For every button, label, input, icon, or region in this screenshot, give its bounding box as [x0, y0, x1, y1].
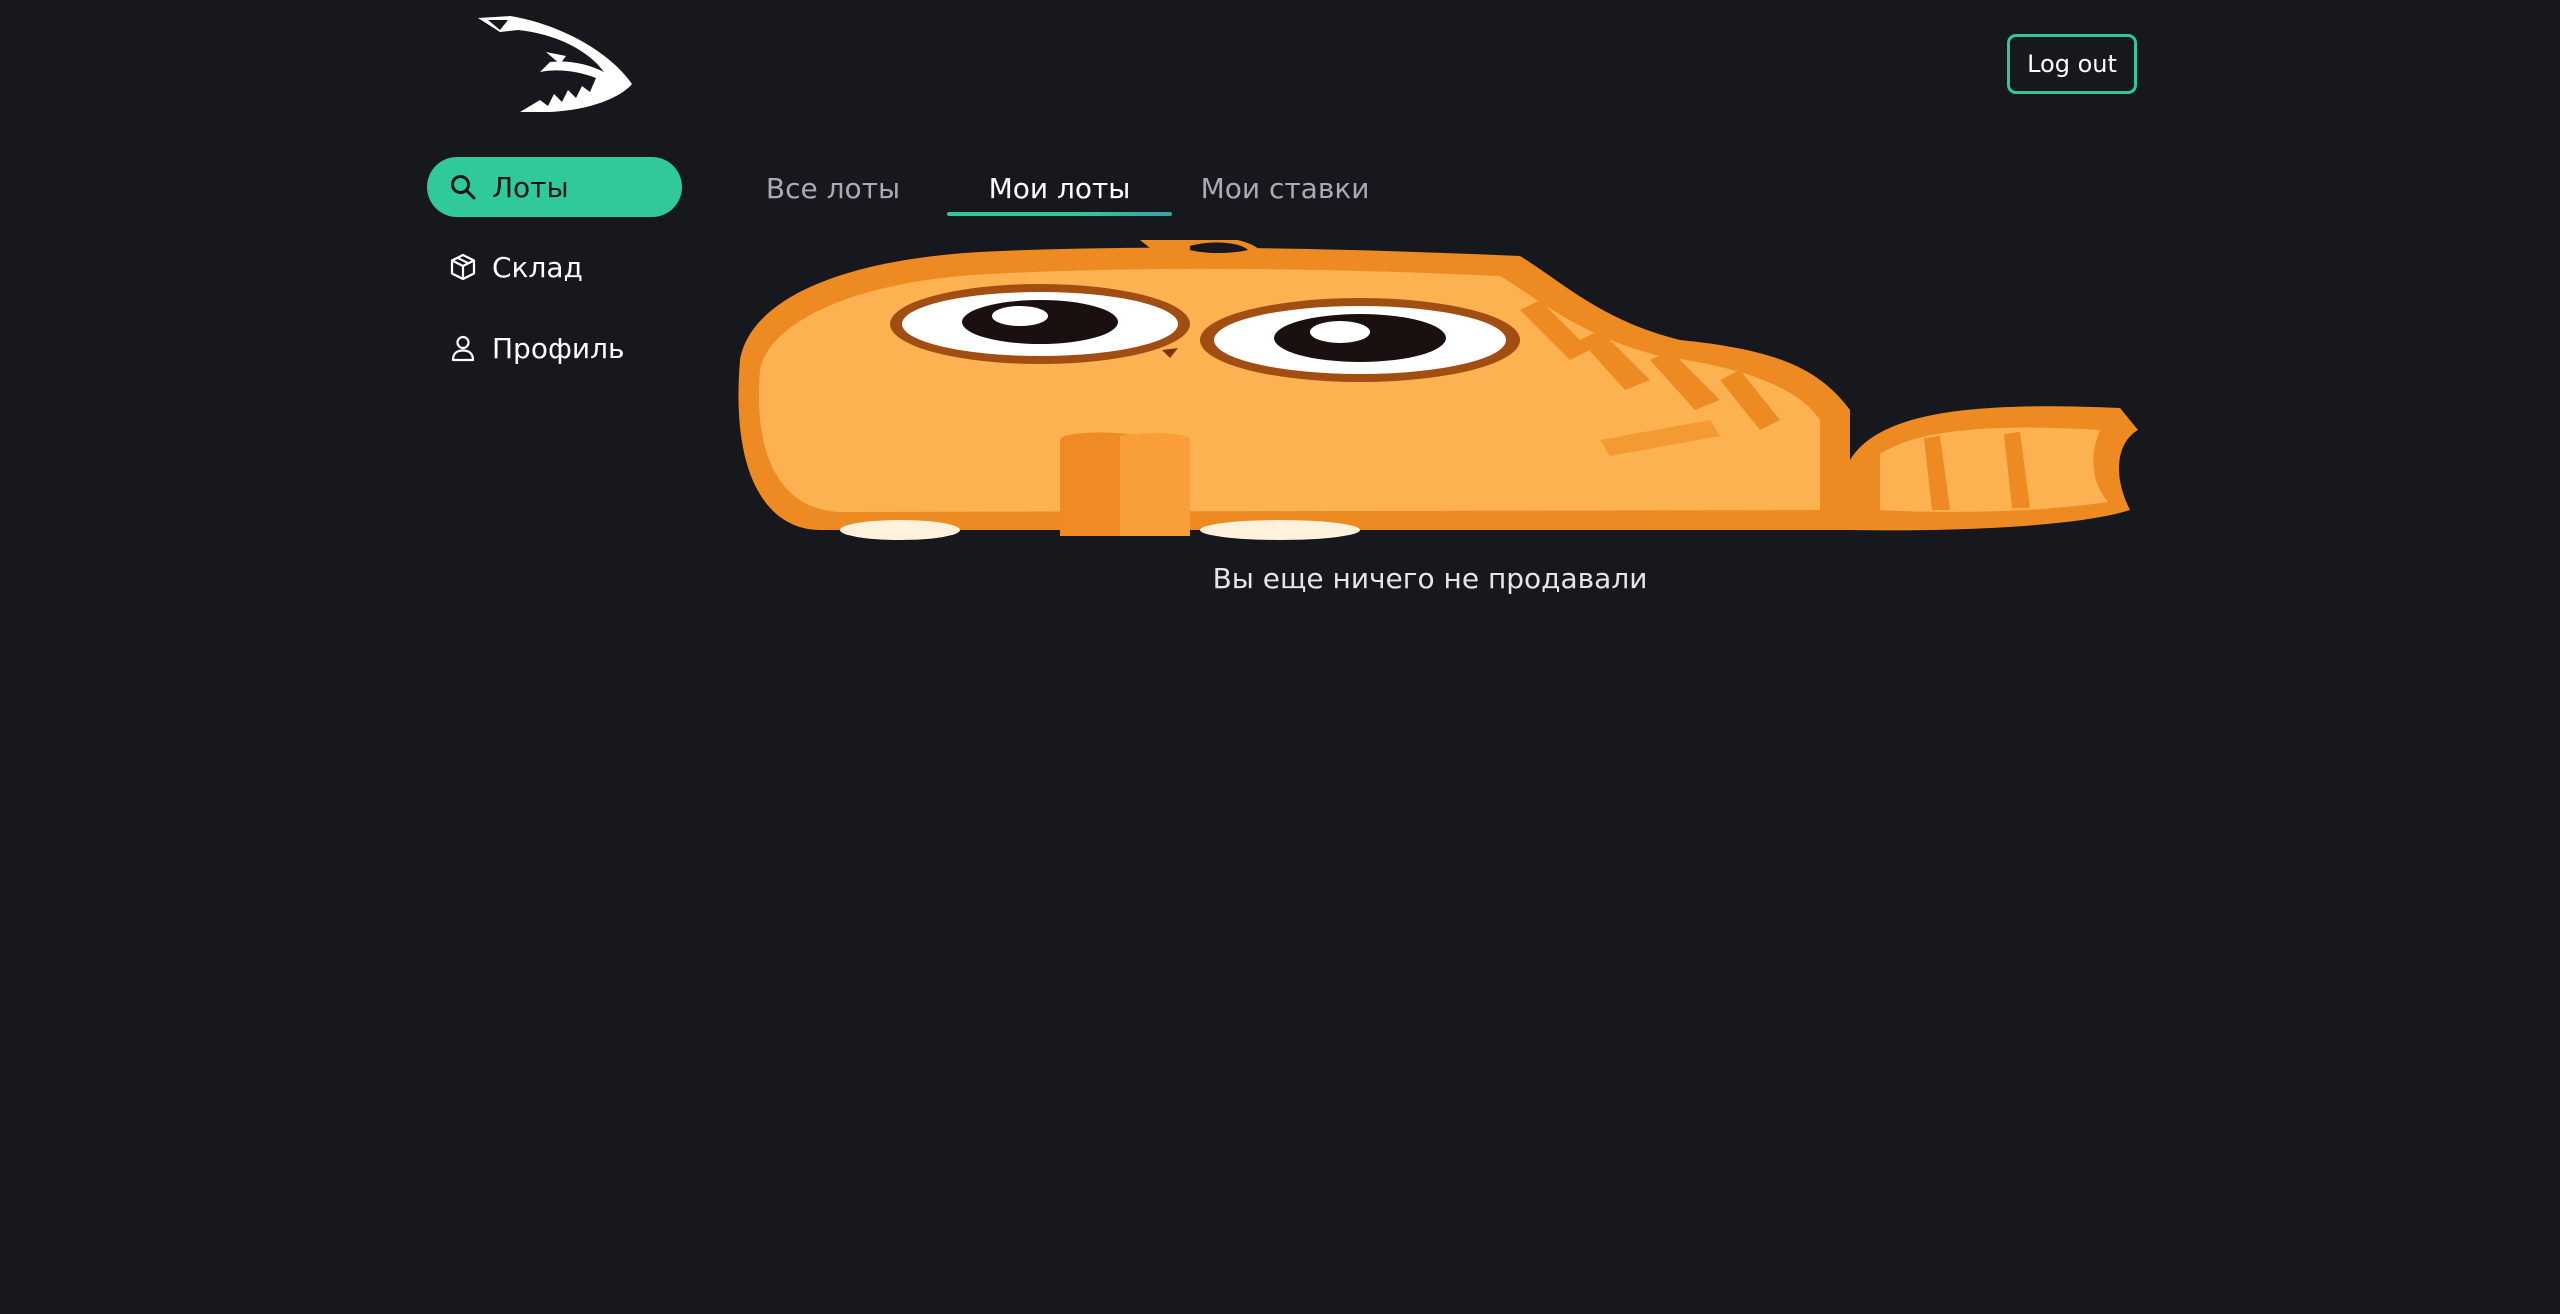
sidebar-item-label: Профиль [492, 331, 625, 365]
tab-my-lots[interactable]: Мои лоты [947, 158, 1172, 218]
tab-all-lots[interactable]: Все лоты [752, 158, 914, 218]
sad-cat-illustration [738, 240, 2138, 540]
search-icon [448, 172, 478, 202]
tab-label: Мои лоты [988, 171, 1131, 205]
empty-state-message: Вы еще ничего не продавали [1212, 562, 1648, 595]
box-icon [448, 252, 478, 282]
active-tab-indicator [947, 212, 1172, 216]
shark-logo-icon[interactable] [470, 12, 640, 118]
sidebar-item-warehouse[interactable]: Склад [427, 237, 682, 297]
tab-label: Мои ставки [1200, 171, 1370, 205]
sidebar-item-label: Лоты [492, 170, 569, 204]
sidebar-item-lots[interactable]: Лоты [427, 157, 682, 217]
sidebar-item-label: Склад [492, 250, 583, 284]
user-icon [448, 333, 478, 363]
sidebar-item-profile[interactable]: Профиль [427, 318, 682, 378]
tab-my-bids[interactable]: Мои ставки [1195, 158, 1375, 218]
tab-label: Все лоты [765, 171, 901, 205]
page: Log out Лоты Склад Профиль Все лоты Мои … [0, 0, 2560, 1314]
logout-button[interactable]: Log out [2007, 34, 2137, 94]
